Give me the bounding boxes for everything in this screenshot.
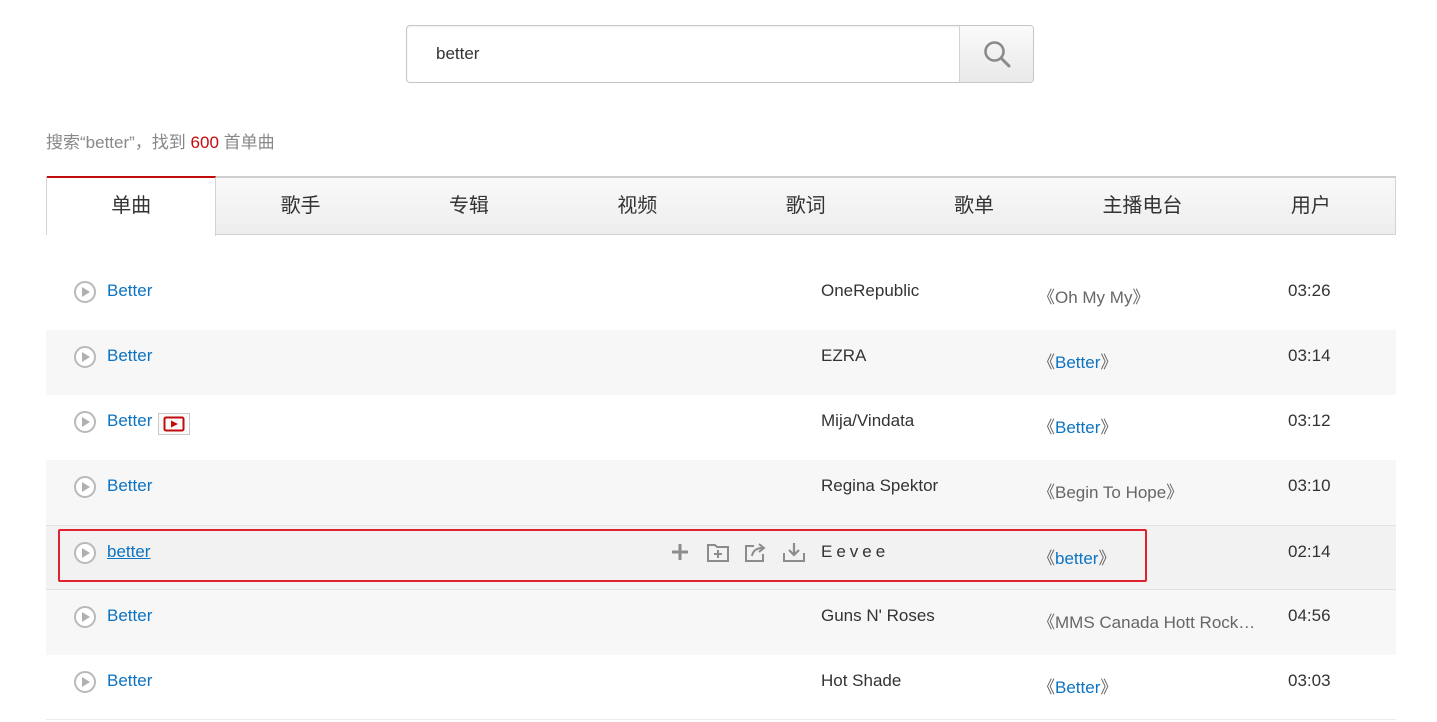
summary-suffix: 首单曲: [218, 133, 275, 152]
album-open-bracket: 《: [1038, 418, 1055, 437]
song-artist[interactable]: Hot Shade: [821, 671, 901, 691]
song-duration: 03:10: [1288, 476, 1331, 495]
song-title[interactable]: better: [107, 542, 150, 562]
tab-playlists[interactable]: 歌单: [890, 178, 1058, 234]
search-button[interactable]: [959, 26, 1033, 82]
song-duration: 03:14: [1288, 346, 1331, 365]
song-artist[interactable]: OneRepublic: [821, 281, 919, 301]
search-type-tabs: 单曲 歌手 专辑 视频 歌词 歌单 主播电台 用户: [46, 176, 1396, 236]
song-row: better Eevee 《better》 02:14: [46, 525, 1396, 590]
search-icon: [983, 41, 1010, 68]
search-input[interactable]: [407, 26, 962, 82]
song-title[interactable]: Better: [107, 411, 152, 431]
album-open-bracket: 《: [1038, 288, 1055, 307]
song-album[interactable]: 《Better》: [1038, 348, 1117, 373]
album-name[interactable]: Better: [1055, 353, 1100, 372]
tab-songs[interactable]: 单曲: [47, 176, 217, 236]
play-icon[interactable]: [74, 476, 96, 498]
plus-icon[interactable]: [668, 540, 692, 564]
album-open-bracket: 《: [1038, 483, 1055, 502]
song-list: Better OneRepublic 《Oh My My》 03:26 Bett…: [46, 265, 1396, 720]
play-icon[interactable]: [74, 281, 96, 303]
song-title[interactable]: Better: [107, 606, 152, 626]
song-artist[interactable]: Regina Spektor: [821, 476, 938, 496]
album-open-bracket: 《: [1038, 353, 1055, 372]
album-close-bracket: 》: [1166, 483, 1184, 502]
song-artist[interactable]: EZRA: [821, 346, 866, 366]
song-row: Better Mija/Vindata 《Better》 03:12: [46, 395, 1396, 460]
song-album[interactable]: 《Oh My My》: [1038, 283, 1149, 308]
song-artist[interactable]: Guns N' Roses: [821, 606, 935, 626]
song-title[interactable]: Better: [107, 671, 152, 691]
album-open-bracket: 《: [1038, 613, 1055, 632]
song-title[interactable]: Better: [107, 476, 152, 496]
song-album[interactable]: 《MMS Canada Hott Rock…: [1038, 608, 1255, 633]
song-duration: 04:56: [1288, 606, 1331, 625]
song-row: Better OneRepublic 《Oh My My》 03:26: [46, 265, 1396, 330]
album-close-bracket: 》: [1100, 418, 1118, 437]
song-row: Better Hot Shade 《Better》 03:03: [46, 655, 1396, 720]
album-close-bracket: 》: [1100, 353, 1118, 372]
song-album[interactable]: 《Better》: [1038, 673, 1117, 698]
tab-albums[interactable]: 专辑: [385, 178, 553, 234]
tab-lyrics[interactable]: 歌词: [722, 178, 890, 234]
play-icon[interactable]: [74, 346, 96, 368]
album-name[interactable]: Better: [1055, 418, 1100, 437]
song-row: Better Regina Spektor 《Begin To Hope》 03…: [46, 460, 1396, 525]
tab-users[interactable]: 用户: [1227, 178, 1395, 234]
album-open-bracket: 《: [1038, 549, 1055, 568]
summary-prefix: 搜索“better”，找到: [46, 133, 191, 152]
album-close-bracket: 》: [1098, 549, 1116, 568]
share-icon[interactable]: [744, 540, 768, 564]
song-title[interactable]: Better: [107, 281, 152, 301]
song-artist[interactable]: Mija/Vindata: [821, 411, 914, 431]
tab-artists[interactable]: 歌手: [216, 178, 384, 234]
page: 搜索“better”，找到 600 首单曲 单曲 歌手 专辑 视频 歌词 歌单 …: [0, 0, 1437, 722]
song-duration: 03:26: [1288, 281, 1331, 300]
mv-icon[interactable]: [158, 413, 190, 435]
search-box: [406, 25, 1034, 83]
song-row: Better EZRA 《Better》 03:14: [46, 330, 1396, 395]
row-actions: [668, 540, 806, 564]
folder-add-icon[interactable]: [706, 540, 730, 564]
song-album[interactable]: 《Begin To Hope》: [1038, 478, 1183, 503]
song-duration: 02:14: [1288, 542, 1331, 561]
song-duration: 03:03: [1288, 671, 1331, 690]
song-duration: 03:12: [1288, 411, 1331, 430]
song-title[interactable]: Better: [107, 346, 152, 366]
play-icon[interactable]: [74, 606, 96, 628]
album-open-bracket: 《: [1038, 678, 1055, 697]
play-icon[interactable]: [74, 671, 96, 693]
album-close-bracket: 》: [1100, 678, 1118, 697]
album-name[interactable]: Oh My My: [1055, 288, 1132, 307]
album-name[interactable]: Better: [1055, 678, 1100, 697]
album-close-bracket: 》: [1132, 288, 1150, 307]
song-album[interactable]: 《Better》: [1038, 413, 1117, 438]
album-name[interactable]: Begin To Hope: [1055, 483, 1166, 502]
result-count: 600: [190, 133, 219, 152]
album-name[interactable]: MMS Canada Hott Rock…: [1055, 613, 1255, 632]
play-icon[interactable]: [74, 542, 96, 564]
album-name[interactable]: better: [1055, 549, 1098, 568]
song-album[interactable]: 《better》: [1038, 544, 1115, 569]
download-icon[interactable]: [782, 540, 806, 564]
mv-play-icon: [163, 416, 185, 432]
song-row: Better Guns N' Roses 《MMS Canada Hott Ro…: [46, 590, 1396, 655]
song-artist[interactable]: Eevee: [821, 542, 889, 562]
tab-radio[interactable]: 主播电台: [1058, 178, 1226, 234]
tab-videos[interactable]: 视频: [553, 178, 721, 234]
result-summary: 搜索“better”，找到 600 首单曲: [46, 128, 275, 153]
play-icon[interactable]: [74, 411, 96, 433]
